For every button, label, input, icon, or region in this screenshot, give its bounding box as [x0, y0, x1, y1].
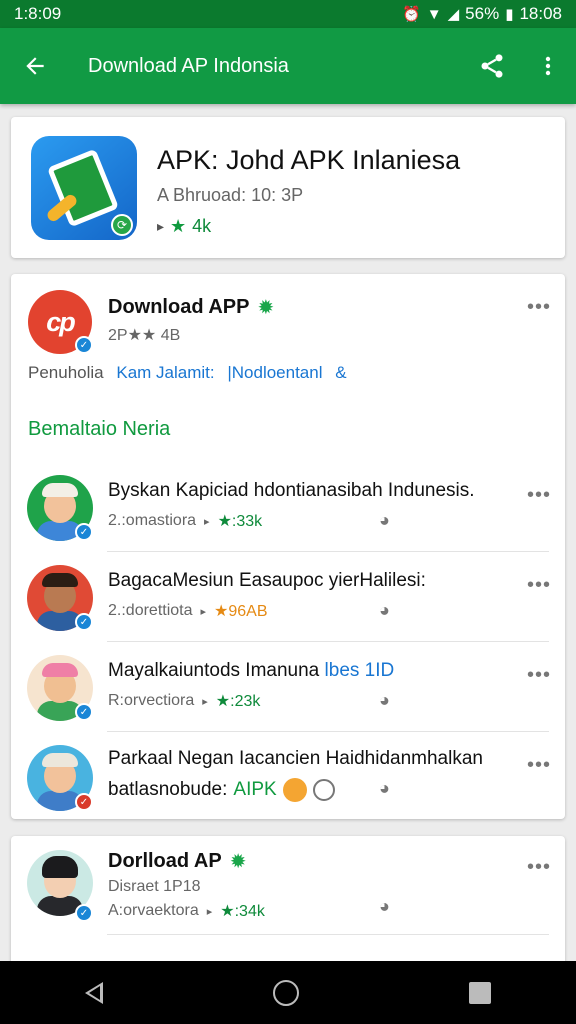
item-subtitle: 2.:omastiora ▸ ★:33k: [108, 511, 262, 531]
verified-icon: ✓: [75, 703, 93, 721]
item-rating: ★:23k: [215, 693, 261, 710]
item-title-link[interactable]: lbes 1ID: [325, 660, 395, 681]
more-options-icon[interactable]: •••: [527, 754, 551, 777]
divider: [107, 551, 549, 552]
more-options-icon[interactable]: •••: [527, 484, 551, 507]
featured-app-title: APK: Johd APK Inlaniesa: [157, 145, 461, 175]
item-developer: 2.:dorettiota: [108, 602, 193, 619]
share-button[interactable]: [464, 28, 520, 104]
list-item[interactable]: ✓ Mayalkaiuntods Imanuna lbes 1ID R:orve…: [11, 644, 565, 734]
play-arrow-icon: ▸: [157, 218, 165, 234]
download-badge-icon: ⟳: [111, 214, 133, 236]
item-subtitle: A:orvaektora ▸ ★:34k: [108, 901, 265, 921]
developer-name-text: Dorlload AP: [108, 850, 222, 872]
verified-icon: ✓: [75, 793, 93, 811]
wifi-icon: ▼: [426, 5, 442, 23]
clock-icon: [312, 779, 335, 801]
app-icon: ⟳: [31, 136, 137, 240]
nav-recents-icon[interactable]: [469, 981, 491, 1004]
item-subtitle: 2.:dorettiota ▸ ★96AB: [108, 601, 268, 621]
status-time-left: 1:8:09: [14, 4, 62, 23]
verified-badge-icon: ✹: [257, 297, 275, 319]
developer-link-3[interactable]: |Nodloentanl: [227, 363, 322, 382]
list-item[interactable]: ✓ Dorlload AP ✹ Disraet 1P18 A:orvaektor…: [11, 836, 565, 926]
more-options-icon[interactable]: •••: [527, 664, 551, 687]
list-item[interactable]: ✓ BagacaMesiun Easaupoc yierHalilesi: 2.…: [11, 554, 565, 644]
divider: [107, 731, 549, 732]
play-arrow-icon: ▸: [200, 605, 207, 618]
alarm-icon: ⏰: [402, 5, 421, 23]
apk-tag: AIPK: [233, 779, 277, 800]
item-title-text: Mayalkaiuntods Imanuna: [108, 660, 320, 681]
page-title: Download AP Indonsia: [88, 54, 289, 77]
developer-link-1[interactable]: Penuholia: [28, 363, 104, 382]
item-developer: R:orvectiora: [108, 692, 195, 709]
verified-icon: ✓: [75, 613, 93, 631]
section-heading: Bemaltaio Neria: [28, 418, 171, 440]
download-icon[interactable]: ◕: [379, 896, 390, 917]
verified-icon: ✓: [75, 336, 93, 354]
download-icon[interactable]: ◕: [379, 690, 390, 711]
play-arrow-icon: ▸: [206, 905, 213, 918]
nav-home-icon[interactable]: [273, 979, 299, 1006]
battery-percent: 56%: [465, 4, 500, 23]
more-options-icon[interactable]: •••: [527, 574, 551, 597]
back-button[interactable]: [0, 28, 70, 104]
more-options-icon[interactable]: •••: [527, 296, 551, 319]
arrow-left-icon: [26, 57, 44, 75]
featured-app-subtitle: A Bhruoad: 10: 3P: [157, 185, 304, 205]
item-title-line-2: batlasnobude: AIPK: [108, 778, 335, 802]
developer-meta: 2P★★ 4B: [108, 327, 181, 344]
emoji-face-icon: [282, 778, 307, 802]
item-rating: ★:34k: [220, 903, 265, 920]
item-developer: A:orvaektora: [108, 902, 199, 919]
developer-link-3-icon: &: [335, 363, 347, 382]
divider: [107, 641, 549, 642]
download-icon[interactable]: ◕: [379, 510, 390, 531]
more-vert-icon: [545, 56, 551, 76]
play-arrow-icon: ▸: [202, 695, 208, 708]
verified-icon: ✓: [75, 904, 93, 922]
developer-name: Dorlload AP ✹: [108, 849, 246, 874]
download-icon[interactable]: ◕: [379, 778, 390, 799]
featured-app-rating: ▸ ★ 4k: [157, 216, 211, 237]
verified-badge-icon: ✹: [229, 851, 247, 873]
status-time-right: 18:08: [519, 4, 562, 23]
divider: [107, 934, 549, 935]
item-title: Byskan Kapiciad hdontianasibah Indunesis…: [108, 480, 475, 501]
share-icon: [481, 54, 503, 78]
featured-app-card[interactable]: ⟳ APK: Johd APK Inlaniesa A Bhruoad: 10:…: [11, 117, 565, 258]
second-developer-card: ✓ Dorlload AP ✹ Disraet 1P18 A:orvaektor…: [11, 836, 565, 966]
star-icon: ★: [170, 216, 187, 236]
developer-meta: Disraet 1P18: [108, 878, 201, 895]
item-subtitle: R:orvectiora ▸ ★:23k: [108, 691, 260, 711]
play-arrow-icon: ▸: [204, 515, 210, 528]
verified-icon: ✓: [75, 523, 93, 541]
download-icon[interactable]: ◕: [379, 600, 390, 621]
system-nav-bar: [0, 961, 576, 1024]
item-title: BagacaMesiun Easaupoc yierHalilesi:: [108, 570, 426, 591]
developer-card: cp ✓ Download APP ✹ 2P★★ 4B ••• Penuholi…: [11, 274, 565, 819]
battery-icon: ▮: [505, 5, 514, 23]
nav-back-icon[interactable]: [85, 981, 103, 1004]
developer-name-text: Download APP: [108, 296, 250, 318]
app-bar: Download AP Indonsia: [0, 28, 576, 104]
list-item[interactable]: ✓ Byskan Kapiciad hdontianasibah Indunes…: [11, 464, 565, 554]
item-rating: ★:33k: [217, 513, 263, 530]
rating-count: 4k: [192, 216, 212, 236]
status-icons: ⏰ ▼ ◢ 56% ▮ 18:08: [402, 4, 562, 24]
item-title: Mayalkaiuntods Imanuna lbes 1ID: [108, 660, 518, 682]
list-item[interactable]: ✓ Parkaal Negan Iacancien Haidhidanmhalk…: [11, 734, 565, 819]
item-title: Parkaal Negan Iacancien Haidhidanmhalkan: [108, 748, 483, 769]
developer-name[interactable]: Download APP ✹: [108, 295, 274, 320]
developer-link-2[interactable]: Kam Jalamit:: [116, 363, 214, 382]
signal-icon: ◢: [447, 5, 460, 23]
item-developer: 2.:omastiora: [108, 512, 197, 529]
status-bar: 1:8:09 ⏰ ▼ ◢ 56% ▮ 18:08: [0, 0, 576, 28]
more-options-icon[interactable]: •••: [527, 856, 551, 879]
developer-links: Penuholia Kam Jalamit: |Nodloentanl &: [28, 363, 347, 383]
item-title-text: batlasnobude:: [108, 779, 228, 800]
item-rating: ★96AB: [214, 603, 268, 620]
overflow-menu-button[interactable]: [520, 28, 576, 104]
